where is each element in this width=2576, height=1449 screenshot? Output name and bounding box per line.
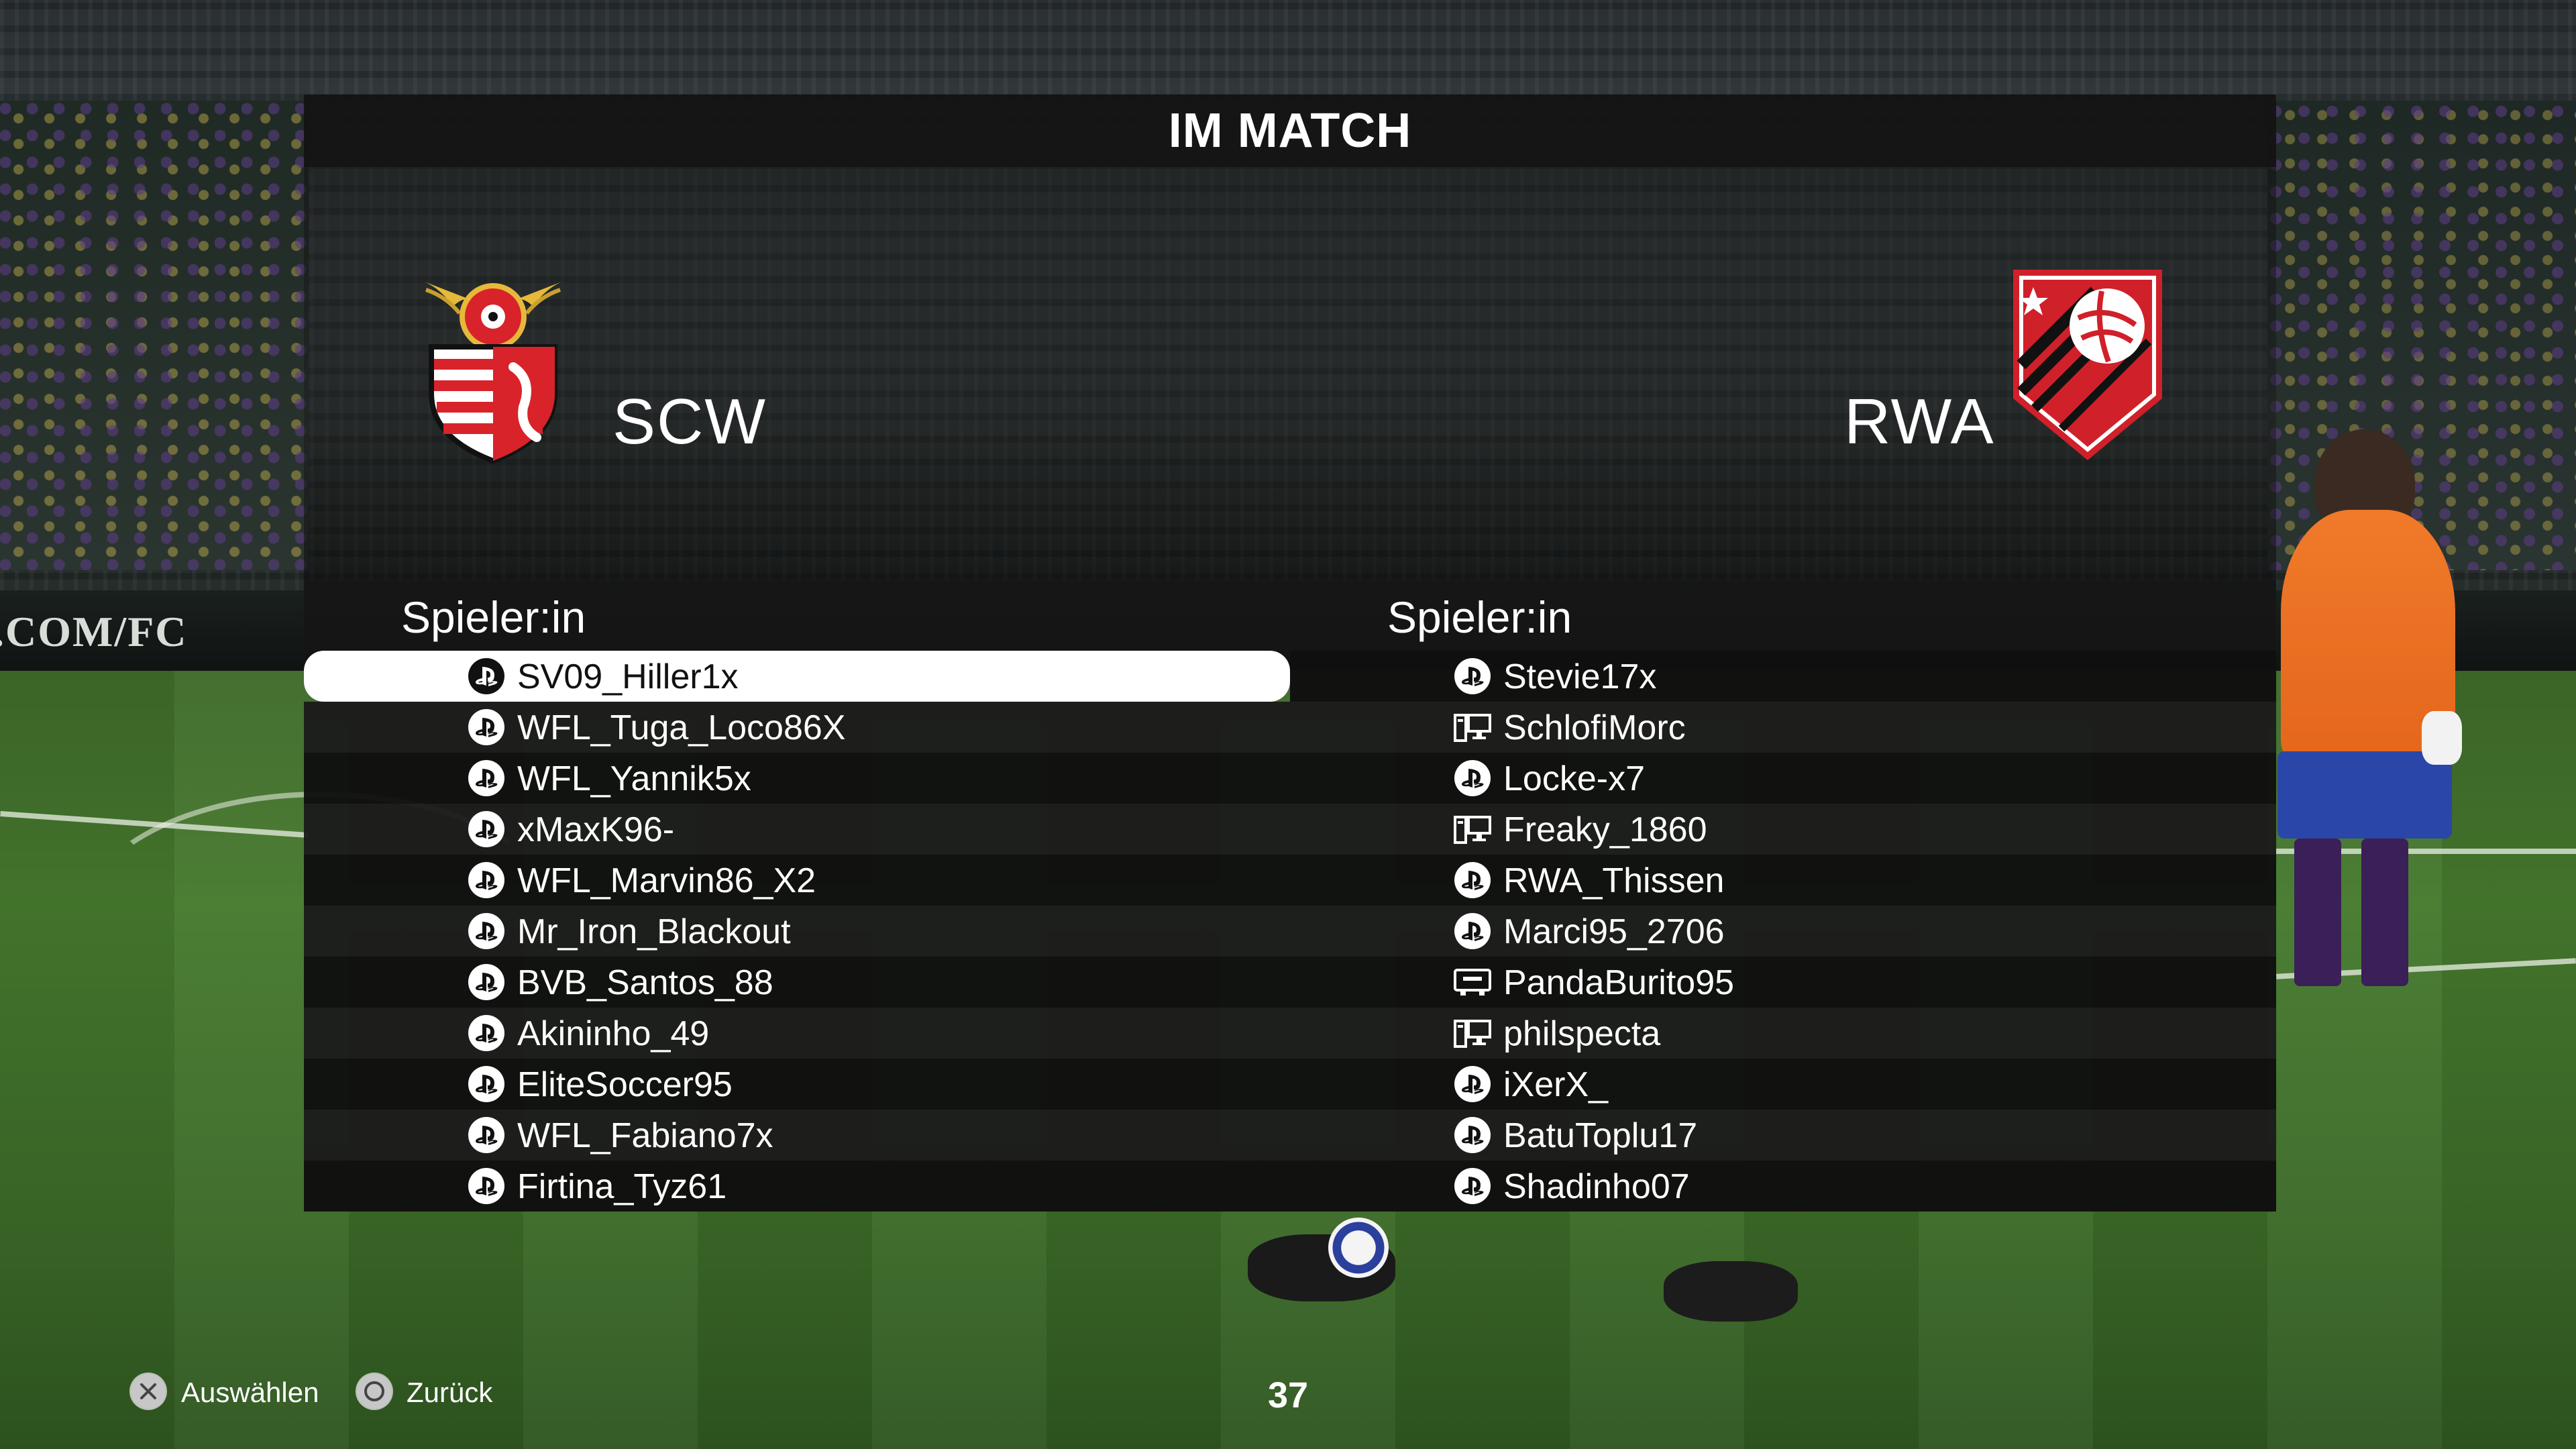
player-row[interactable]: WFL_Tuga_Loco86X [304, 702, 1290, 753]
player-row[interactable]: RWA_Thissen [1290, 855, 2276, 906]
playstation-icon [468, 861, 505, 899]
player-row[interactable]: iXerX_ [1290, 1059, 2276, 1110]
playstation-icon [468, 657, 505, 695]
playstation-icon [1454, 1167, 1491, 1205]
player-name: RWA_Thissen [1503, 861, 1725, 900]
player-row[interactable]: BatuToplu17 [1290, 1110, 2276, 1161]
player-boot [1664, 1261, 1798, 1322]
scw-crest-icon [419, 280, 567, 464]
playstation-icon [1454, 861, 1491, 899]
playstation-icon [1454, 1116, 1491, 1154]
player-row[interactable]: Locke-x7 [1290, 753, 2276, 804]
pc-icon [1454, 810, 1491, 848]
playstation-icon [468, 759, 505, 797]
home-column-header: Spieler:in [304, 580, 1290, 651]
player-name: Locke-x7 [1503, 759, 1645, 798]
player-name: Shadinho07 [1503, 1167, 1690, 1206]
player-name: EliteSoccer95 [517, 1065, 733, 1104]
player-row[interactable]: Marci95_2706 [1290, 906, 2276, 957]
player-shorts [2277, 751, 2452, 839]
player-row[interactable]: Shadinho07 [1290, 1161, 2276, 1212]
player-row[interactable]: Firtina_Tyz61 [304, 1161, 1290, 1212]
away-column-header: Spieler:in [1290, 580, 2276, 651]
player-name: Marci95_2706 [1503, 912, 1725, 951]
crowd-right [2267, 101, 2576, 570]
playstation-icon [468, 912, 505, 950]
home-column-label: Spieler:in [401, 592, 586, 642]
player-name: iXerX_ [1503, 1065, 1609, 1104]
player-row[interactable]: PandaBurito95 [1290, 957, 2276, 1008]
rwa-crest-icon [2013, 270, 2162, 460]
player-name: Firtina_Tyz61 [517, 1167, 727, 1206]
player-row[interactable]: xMaxK96- [304, 804, 1290, 855]
playstation-icon [1454, 759, 1491, 797]
back-button-label[interactable]: Zurück [407, 1373, 492, 1413]
advertising-board-text: .COM/FC [0, 608, 188, 655]
playstation-icon [468, 1014, 505, 1052]
player-name: SchlofiMorc [1503, 708, 1686, 747]
player-row[interactable]: Freaky_1860 [1290, 804, 2276, 855]
crowd-left [0, 101, 309, 570]
player-row[interactable]: BVB_Santos_88 [304, 957, 1290, 1008]
away-player-list: Stevie17x SchlofiMorc Locke-x7 Freaky_1860 R… [1290, 651, 2276, 1221]
player-name: WFL_Yannik5x [517, 759, 751, 798]
xbox-console-icon [1454, 963, 1491, 1001]
circle-button-icon[interactable] [356, 1373, 393, 1410]
player-row[interactable]: SchlofiMorc [1290, 702, 2276, 753]
playstation-icon [468, 1167, 505, 1205]
player-name: BVB_Santos_88 [517, 963, 773, 1002]
playstation-icon [468, 708, 505, 746]
playstation-icon [1454, 657, 1491, 695]
match-lobby-panel: IM MATCH SCW RWA Spieler:in Spieler:in S… [304, 95, 2276, 1221]
pc-icon [1454, 1014, 1491, 1052]
player-row[interactable]: SV09_Hiller1x [304, 651, 1290, 702]
playstation-icon [468, 1116, 505, 1154]
cross-button-icon[interactable] [129, 1373, 167, 1410]
player-name: PandaBurito95 [1503, 963, 1735, 1002]
player-row[interactable]: Akininho_49 [304, 1008, 1290, 1059]
player-row[interactable]: philspecta [1290, 1008, 2276, 1059]
player-name: Stevie17x [1503, 657, 1657, 696]
player-name: BatuToplu17 [1503, 1116, 1698, 1155]
countdown-timer: 37 [1267, 1375, 1309, 1415]
player-glove [2422, 711, 2462, 765]
playstation-icon [468, 1065, 505, 1103]
player-row[interactable]: WFL_Marvin86_X2 [304, 855, 1290, 906]
home-team-name: SCW [612, 386, 767, 458]
player-name: Akininho_49 [517, 1014, 710, 1053]
select-button-label[interactable]: Auswählen [181, 1373, 319, 1413]
player-row[interactable]: Mr_Iron_Blackout [304, 906, 1290, 957]
player-name: Freaky_1860 [1503, 810, 1707, 849]
player-name: Mr_Iron_Blackout [517, 912, 791, 951]
player-leg [2361, 839, 2408, 986]
home-player-list: SV09_Hiller1x WFL_Tuga_Loco86X WFL_Yannik5… [304, 651, 1290, 1221]
player-row[interactable]: EliteSoccer95 [304, 1059, 1290, 1110]
player-name: WFL_Tuga_Loco86X [517, 708, 846, 747]
player-leg [2294, 839, 2341, 986]
game-screen: .COM/FC IM MATCH SCW RWA Spieler:in Spie… [0, 0, 2576, 1449]
away-team-name: RWA [1844, 386, 1995, 458]
player-row[interactable]: Stevie17x [1290, 651, 2276, 702]
playstation-icon [1454, 1065, 1491, 1103]
pc-icon [1454, 708, 1491, 746]
player-name: WFL_Marvin86_X2 [517, 861, 816, 900]
page-title: IM MATCH [1168, 104, 1412, 158]
player-name: SV09_Hiller1x [517, 657, 739, 696]
away-column-label: Spieler:in [1387, 592, 1572, 642]
playstation-icon [468, 963, 505, 1001]
player-name: xMaxK96- [517, 810, 675, 849]
playstation-icon [1454, 912, 1491, 950]
player-row[interactable]: WFL_Fabiano7x [304, 1110, 1290, 1161]
player-name: WFL_Fabiano7x [517, 1116, 773, 1155]
football [1328, 1218, 1389, 1278]
player-row[interactable]: WFL_Yannik5x [304, 753, 1290, 804]
playstation-icon [468, 810, 505, 848]
player-name: philspecta [1503, 1014, 1661, 1053]
teams-header: SCW RWA [304, 167, 2276, 580]
